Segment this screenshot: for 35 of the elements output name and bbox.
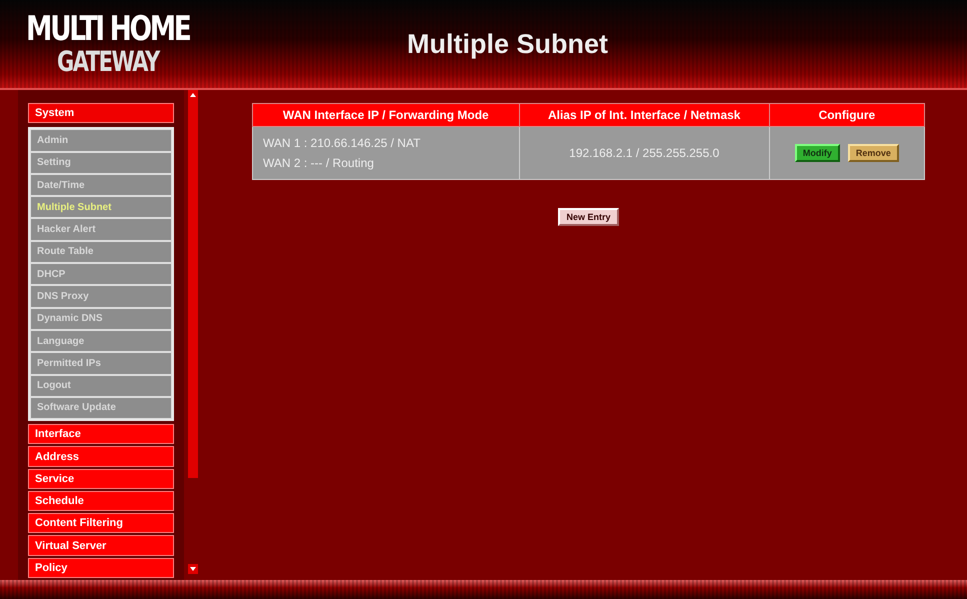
menu-section[interactable]: Policy (28, 558, 174, 578)
logo-text: MULTI HOME (26, 11, 190, 47)
menu-section[interactable]: Content Filtering (28, 513, 174, 534)
page-title: Multiple Subnet (406, 28, 609, 60)
menu-item[interactable]: Logout (31, 376, 172, 396)
menu-item[interactable]: Hacker Alert (31, 219, 172, 240)
menu-item[interactable]: Date/Time (31, 174, 172, 196)
column-header: Configure (769, 104, 924, 126)
menu-item[interactable]: Language (31, 330, 172, 352)
menu-section[interactable]: Virtual Server (28, 535, 174, 556)
column-header: WAN Interface IP / Forwarding Mode (252, 104, 520, 126)
menu-item[interactable]: DNS Proxy (31, 286, 172, 307)
remove-button[interactable]: Remove (848, 144, 899, 162)
menu-item[interactable]: Software Update (31, 398, 172, 418)
wan-entry: WAN 1 : 210.66.146.25 / NAT (263, 136, 422, 150)
menu-item[interactable]: Route Table (31, 242, 172, 262)
column-header: Alias IP of Int. Interface / Netmask (519, 104, 770, 126)
menu-section[interactable]: System (28, 103, 174, 124)
table-cell: 192.168.2.1 / 255.255.255.0 (519, 126, 770, 180)
menu-item[interactable]: Multiple Subnet (31, 197, 172, 218)
new-entry-button[interactable]: New Entry (558, 208, 618, 226)
scroll-down-icon[interactable] (188, 564, 198, 574)
logo-text: GATEWAY (57, 47, 159, 77)
menu-section[interactable]: Address (28, 446, 174, 467)
menu-item[interactable]: Admin (31, 130, 172, 151)
menu-section[interactable]: Interface (28, 424, 174, 444)
scroll-up-icon[interactable] (188, 90, 198, 100)
menu-item[interactable]: Setting (31, 152, 172, 173)
menu-item[interactable]: DHCP (31, 264, 172, 284)
menu-item[interactable]: Permitted IPs (31, 353, 172, 374)
menu-section[interactable]: Service (28, 468, 174, 489)
wan-entry: WAN 2 : --- / Routing (263, 156, 375, 170)
menu-item[interactable]: Dynamic DNS (31, 308, 172, 329)
menu-section[interactable]: Schedule (28, 490, 174, 512)
modify-button[interactable]: Modify (794, 144, 840, 162)
